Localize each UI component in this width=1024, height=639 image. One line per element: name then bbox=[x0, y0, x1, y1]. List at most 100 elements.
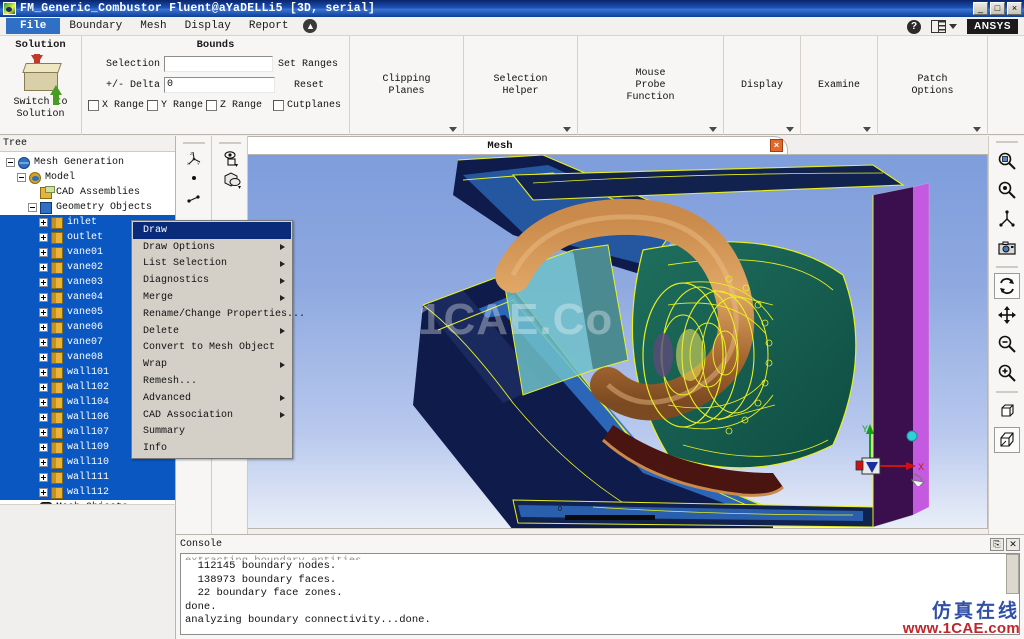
tree-node-wall111[interactable]: wall111 bbox=[0, 470, 175, 485]
switch-to-solution-icon[interactable] bbox=[18, 54, 64, 105]
axis-orientation-icon[interactable] bbox=[994, 206, 1020, 232]
selection-input[interactable] bbox=[164, 56, 273, 72]
menu-item-display[interactable]: Display bbox=[176, 18, 240, 34]
help-icon[interactable]: ? bbox=[907, 19, 922, 34]
tree-node-geometry-objects[interactable]: Geometry Objects bbox=[0, 200, 175, 215]
pan-icon[interactable] bbox=[994, 302, 1020, 328]
ribbon-group-patch-options[interactable]: Patch Options bbox=[878, 36, 988, 135]
tree-expand-icon[interactable] bbox=[39, 398, 48, 407]
tree-expand-icon[interactable] bbox=[39, 443, 48, 452]
console-undock-icon[interactable]: ⎘ bbox=[990, 537, 1004, 551]
tree-expand-icon[interactable] bbox=[39, 458, 48, 467]
tree-expand-icon[interactable] bbox=[39, 323, 48, 332]
tree-expand-icon[interactable] bbox=[39, 308, 48, 317]
tree-collapse-icon[interactable] bbox=[17, 173, 26, 182]
tree-node-model[interactable]: Model bbox=[0, 170, 175, 185]
zoom-in-icon[interactable] bbox=[994, 360, 1020, 386]
tree-expand-icon[interactable] bbox=[39, 488, 48, 497]
tree-expand-icon[interactable] bbox=[39, 263, 48, 272]
graphics-viewport[interactable]: 0 1CAE.Co Y X bbox=[212, 154, 988, 529]
tree-expand-icon[interactable] bbox=[39, 413, 48, 422]
ribbon-group-selection-helper[interactable]: Selection Helper bbox=[464, 36, 578, 135]
context-menu-item-info[interactable]: Info bbox=[133, 440, 291, 457]
tree-expand-icon[interactable] bbox=[39, 353, 48, 362]
console-close-icon[interactable]: ✕ bbox=[1006, 537, 1020, 551]
box-solid-icon[interactable] bbox=[993, 427, 1020, 453]
close-button[interactable]: × bbox=[1007, 2, 1022, 15]
chevron-down-icon[interactable] bbox=[709, 127, 717, 132]
body-select-icon[interactable] bbox=[222, 170, 241, 189]
rotate-icon[interactable] bbox=[993, 273, 1020, 299]
ribbon-group-display[interactable]: Display bbox=[724, 36, 801, 135]
geometry-object-context-menu[interactable]: Draw Draw Options List Selection Diagnostic… bbox=[131, 220, 305, 460]
tree-expand-icon[interactable] bbox=[39, 338, 48, 347]
reset-button[interactable]: Reset bbox=[275, 79, 343, 92]
zoom-out-icon[interactable] bbox=[994, 331, 1020, 357]
switch-to-solution-button[interactable]: Switch to Solution bbox=[13, 97, 67, 121]
context-menu-item-cad-association[interactable]: CAD Association bbox=[133, 407, 291, 424]
tree-collapse-icon[interactable] bbox=[6, 158, 15, 167]
ribbon-group-mouse-probe-function[interactable]: Mouse Probe Function bbox=[578, 36, 724, 135]
ribbon-group-clipping-planes[interactable]: Clipping Planes bbox=[350, 36, 464, 135]
maximize-button[interactable]: □ bbox=[990, 2, 1005, 15]
layout-panes-button[interactable] bbox=[931, 20, 958, 33]
axis-triad-icon[interactable]: Z Y X bbox=[186, 150, 202, 166]
tree-node-cad-assemblies[interactable]: CAD Assemblies bbox=[0, 185, 175, 200]
menu-item-file[interactable]: File bbox=[6, 18, 61, 34]
tree-node-label: wall112 bbox=[67, 487, 110, 498]
tree-expand-icon[interactable] bbox=[39, 248, 48, 257]
tree-node-mesh-generation[interactable]: Mesh Generation bbox=[0, 155, 175, 170]
tree-expand-icon[interactable] bbox=[39, 428, 48, 437]
y-range-checkbox[interactable]: Y Range bbox=[147, 100, 203, 111]
camera-icon[interactable] bbox=[994, 235, 1020, 261]
context-menu-item-wrap[interactable]: Wrap bbox=[133, 356, 291, 373]
context-menu-item-advanced[interactable]: Advanced bbox=[133, 390, 291, 407]
context-menu-item-draw[interactable]: Draw bbox=[133, 222, 291, 239]
viewport-tab-mesh[interactable]: Mesh × bbox=[212, 136, 788, 154]
tree-expand-icon[interactable] bbox=[39, 383, 48, 392]
console-output[interactable]: extracting boundary entities... 112145 b… bbox=[180, 553, 1020, 635]
chevron-down-icon[interactable] bbox=[449, 127, 457, 132]
chevron-down-icon[interactable] bbox=[863, 127, 871, 132]
set-ranges-button[interactable]: Set Ranges bbox=[273, 58, 343, 71]
context-menu-item-list-selection[interactable]: List Selection bbox=[133, 256, 291, 273]
z-range-checkbox[interactable]: Z Range bbox=[206, 100, 262, 111]
tree-expand-icon[interactable] bbox=[39, 473, 48, 482]
box-wireframe-icon[interactable] bbox=[994, 398, 1020, 424]
cutplanes-checkbox[interactable]: Cutplanes bbox=[273, 100, 341, 111]
context-menu-item-delete[interactable]: Delete bbox=[133, 323, 291, 340]
chevron-down-icon[interactable] bbox=[973, 127, 981, 132]
ribbon-group-examine[interactable]: Examine bbox=[801, 36, 878, 135]
tree-expand-icon[interactable] bbox=[39, 293, 48, 302]
context-menu-item-diagnostics[interactable]: Diagnostics bbox=[133, 272, 291, 289]
zoom-to-fit-icon[interactable] bbox=[994, 148, 1020, 174]
tree-expand-icon[interactable] bbox=[39, 233, 48, 242]
menu-item-report[interactable]: Report bbox=[240, 18, 298, 34]
tree-node-wall112[interactable]: wall112 bbox=[0, 485, 175, 500]
context-menu-item-merge[interactable]: Merge bbox=[133, 289, 291, 306]
viewport-close-icon[interactable]: × bbox=[770, 139, 783, 152]
zoom-to-selection-icon[interactable] bbox=[994, 177, 1020, 203]
tree-expand-icon[interactable] bbox=[39, 218, 48, 227]
eye-visibility-icon[interactable] bbox=[222, 150, 238, 167]
axis-triad-widget[interactable]: Y X bbox=[852, 416, 932, 489]
menu-item-boundary[interactable]: Boundary bbox=[60, 18, 131, 34]
context-menu-item-rename-change-properties[interactable]: Rename/Change Properties... bbox=[133, 306, 305, 323]
context-menu-item-remesh[interactable]: Remesh... bbox=[133, 373, 291, 390]
edge-select-icon[interactable] bbox=[186, 190, 202, 206]
tree-collapse-icon[interactable] bbox=[28, 203, 37, 212]
context-menu-item-convert-to-mesh-object[interactable]: Convert to Mesh Object bbox=[133, 340, 291, 357]
collapse-ribbon-icon[interactable]: ▲ bbox=[303, 19, 318, 33]
point-select-icon[interactable] bbox=[186, 170, 202, 186]
chevron-down-icon[interactable] bbox=[563, 127, 571, 132]
minimize-button[interactable]: _ bbox=[973, 2, 988, 15]
tree-expand-icon[interactable] bbox=[39, 368, 48, 377]
console-scrollbar[interactable] bbox=[1006, 554, 1019, 594]
menu-item-mesh[interactable]: Mesh bbox=[131, 18, 175, 34]
delta-input[interactable]: 0 bbox=[164, 77, 275, 93]
tree-expand-icon[interactable] bbox=[39, 278, 48, 287]
x-range-checkbox[interactable]: X Range bbox=[88, 100, 144, 111]
context-menu-item-draw-options[interactable]: Draw Options bbox=[133, 239, 291, 256]
chevron-down-icon[interactable] bbox=[786, 127, 794, 132]
context-menu-item-summary[interactable]: Summary bbox=[133, 424, 291, 441]
